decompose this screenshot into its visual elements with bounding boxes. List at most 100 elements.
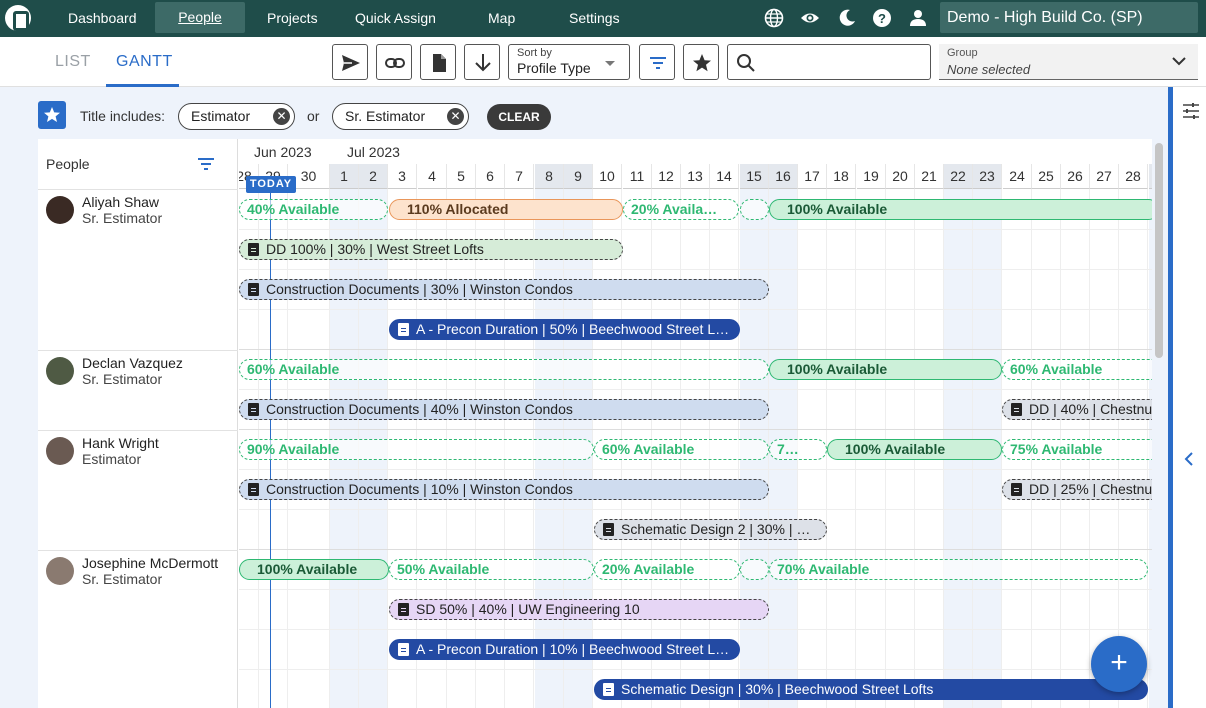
availability-bar[interactable]: 90% Available bbox=[239, 439, 594, 460]
arrow-down-icon bbox=[475, 54, 491, 72]
person-row[interactable]: Josephine McDermott Sr. Estimator bbox=[38, 550, 238, 708]
nav-map[interactable]: Map bbox=[475, 0, 528, 37]
remove-chip-icon[interactable]: ✕ bbox=[273, 108, 290, 125]
gantt-grid[interactable]: Jun 2023 Jul 2023 2829301234567891011121… bbox=[239, 139, 1152, 708]
help-icon[interactable]: ? bbox=[872, 8, 892, 28]
availability-bar[interactable]: 7… bbox=[769, 439, 827, 460]
availability-bar[interactable]: 60% Available bbox=[594, 439, 769, 460]
tab-gantt[interactable]: GANTT bbox=[116, 53, 173, 71]
saved-filter-star-icon[interactable] bbox=[38, 101, 66, 129]
bar-label: 40% Available bbox=[247, 201, 340, 217]
availability-bar[interactable] bbox=[740, 199, 769, 220]
day-header: 9 bbox=[564, 164, 593, 189]
export-document-button[interactable] bbox=[420, 44, 456, 80]
tab-list[interactable]: LIST bbox=[55, 53, 91, 71]
filter-button[interactable] bbox=[639, 44, 675, 80]
sort-by-select[interactable]: Sort by Profile Type bbox=[508, 44, 630, 80]
person-name[interactable]: Hank Wright bbox=[82, 435, 159, 451]
globe-icon[interactable] bbox=[764, 8, 784, 28]
availability-bar[interactable]: 60% Available bbox=[1002, 359, 1152, 380]
project-assignment-bar[interactable]: Construction Documents | 40% | Winston C… bbox=[239, 399, 769, 420]
search-input[interactable] bbox=[727, 44, 931, 80]
dropdown-caret-icon bbox=[605, 61, 615, 66]
person-name[interactable]: Declan Vazquez bbox=[82, 355, 183, 371]
bar-label: 7… bbox=[777, 441, 799, 457]
project-assignment-bar[interactable]: DD 100% | 30% | West Street Lofts bbox=[239, 239, 623, 260]
project-assignment-bar[interactable]: Schematic Design | 30% | Beechwood Stree… bbox=[594, 679, 1148, 700]
project-assignment-bar[interactable]: SD 50% | 40% | UW Engineering 10 bbox=[389, 599, 769, 620]
project-assignment-bar[interactable]: DD | 25% | Chestnut bbox=[1002, 479, 1152, 500]
clear-filters-button[interactable]: CLEAR bbox=[487, 104, 551, 130]
day-header: 8 bbox=[535, 164, 564, 189]
bar-label: 100% Available bbox=[787, 201, 888, 217]
filter-chip-estimator[interactable]: Estimator ✕ bbox=[178, 103, 295, 130]
bar-label: DD 100% | 30% | West Street Lofts bbox=[266, 241, 484, 257]
availability-bar[interactable]: 20% Availa… bbox=[623, 199, 739, 220]
project-assignment-bar[interactable]: A - Precon Duration | 50% | Beechwood St… bbox=[389, 319, 740, 340]
person-row[interactable]: Declan Vazquez Sr. Estimator bbox=[38, 350, 238, 430]
dark-mode-icon[interactable] bbox=[837, 8, 857, 28]
person-name[interactable]: Josephine McDermott bbox=[82, 555, 218, 571]
project-assignment-bar[interactable]: Construction Documents | 10% | Winston C… bbox=[239, 479, 769, 500]
people-filter-icon[interactable] bbox=[197, 157, 215, 171]
row-divider bbox=[239, 389, 1152, 390]
side-panel-collapsed bbox=[1173, 87, 1206, 708]
nav-quick-assign[interactable]: Quick Assign bbox=[342, 0, 449, 37]
availability-bar[interactable]: 20% Available bbox=[594, 559, 740, 580]
project-assignment-bar[interactable]: Schematic Design 2 | 30% | … bbox=[594, 519, 827, 540]
copy-link-button[interactable] bbox=[376, 44, 412, 80]
favorite-button[interactable] bbox=[683, 44, 719, 80]
sliders-icon[interactable] bbox=[1181, 101, 1201, 121]
person-row[interactable]: Aliyah Shaw Sr. Estimator bbox=[38, 189, 238, 350]
availability-bar[interactable]: 60% Available bbox=[239, 359, 769, 380]
nav-settings[interactable]: Settings bbox=[556, 0, 633, 37]
vertical-scrollbar[interactable] bbox=[1155, 143, 1163, 358]
availability-bar[interactable]: 100% Available bbox=[769, 359, 1002, 380]
group-label: Group bbox=[947, 47, 978, 59]
download-button[interactable] bbox=[464, 44, 500, 80]
add-button[interactable]: + bbox=[1091, 636, 1147, 692]
availability-bar[interactable]: 100% Available bbox=[827, 439, 1002, 460]
project-assignment-bar[interactable]: Construction Documents | 30% | Winston C… bbox=[239, 279, 769, 300]
chevron-down-icon bbox=[1172, 57, 1186, 66]
row-divider bbox=[239, 429, 1152, 430]
app-logo[interactable] bbox=[5, 5, 31, 31]
availability-bar[interactable]: 75% Available bbox=[1002, 439, 1152, 460]
bar-label: 60% Available bbox=[247, 361, 340, 377]
day-header: 7 bbox=[505, 164, 534, 189]
company-selector[interactable]: Demo - High Build Co. (SP) bbox=[940, 2, 1198, 33]
availability-bar[interactable]: 50% Available bbox=[389, 559, 594, 580]
eye-icon[interactable] bbox=[800, 8, 820, 28]
sort-by-label: Sort by bbox=[517, 47, 552, 59]
remove-chip-icon[interactable]: ✕ bbox=[447, 108, 464, 125]
availability-bar[interactable]: 70% Available bbox=[769, 559, 1148, 580]
project-assignment-bar[interactable]: DD | 40% | Chestnut bbox=[1002, 399, 1152, 420]
person-name[interactable]: Aliyah Shaw bbox=[82, 194, 159, 210]
top-navigation-bar: Dashboard People Projects Quick Assign M… bbox=[0, 0, 1206, 37]
project-assignment-bar[interactable]: A - Precon Duration | 10% | Beechwood St… bbox=[389, 639, 740, 660]
day-header: 24 bbox=[1003, 164, 1032, 189]
bar-label: 100% Available bbox=[845, 441, 946, 457]
send-button[interactable] bbox=[332, 44, 368, 80]
person-row[interactable]: Hank Wright Estimator bbox=[38, 430, 238, 550]
avatar bbox=[46, 557, 74, 585]
availability-bar[interactable]: 110% Allocated bbox=[389, 199, 623, 220]
nav-projects[interactable]: Projects bbox=[254, 0, 331, 37]
nav-dashboard[interactable]: Dashboard bbox=[55, 0, 150, 37]
availability-bar[interactable]: 40% Available bbox=[239, 199, 388, 220]
user-account-icon[interactable] bbox=[908, 8, 928, 28]
bar-label: 20% Availa… bbox=[631, 201, 718, 217]
filter-chip-sr-estimator[interactable]: Sr. Estimator ✕ bbox=[332, 103, 469, 130]
group-select[interactable]: Group None selected bbox=[939, 44, 1198, 80]
nav-people[interactable]: People bbox=[155, 2, 245, 33]
day-header: 23 bbox=[973, 164, 1002, 189]
availability-bar[interactable]: 100% Available bbox=[769, 199, 1152, 220]
chevron-left-icon[interactable] bbox=[1184, 451, 1194, 467]
availability-bar[interactable] bbox=[740, 559, 769, 580]
month-label: Jul 2023 bbox=[347, 144, 400, 160]
person-title: Sr. Estimator bbox=[82, 210, 163, 226]
document-icon bbox=[433, 54, 446, 72]
availability-bar[interactable]: 100% Available bbox=[239, 559, 389, 580]
bar-label: 100% Available bbox=[787, 361, 888, 377]
svg-text:?: ? bbox=[878, 11, 886, 26]
